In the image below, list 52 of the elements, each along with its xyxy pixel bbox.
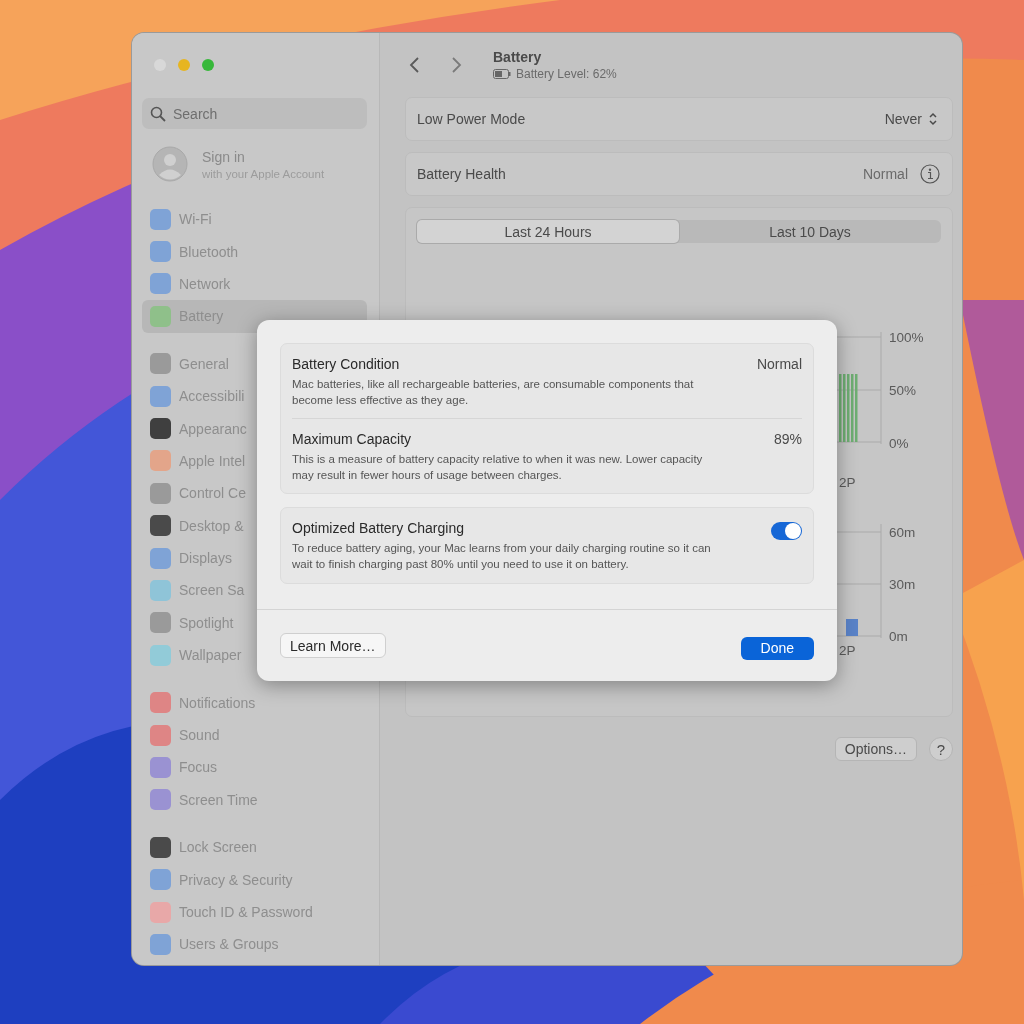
axis-label: 0% (889, 436, 909, 451)
item-description: This is a measure of battery capacity relative to when it was new. Lower capacity may result in fewer hours of usage between charges. (292, 452, 704, 484)
options-button[interactable]: Options… (834, 737, 917, 761)
sidebar-item[interactable]: Notifications (142, 686, 367, 719)
search-icon (150, 106, 166, 122)
minimize-button[interactable] (178, 59, 190, 71)
account-title[interactable]: Sign in (202, 148, 325, 165)
tab[interactable]: Last 24 Hours (417, 220, 679, 243)
sidebar-item[interactable]: Screen Time (142, 783, 367, 817)
row-label: Battery Health (417, 166, 507, 182)
chevron-updown-icon (928, 112, 938, 126)
activity-bar (846, 619, 858, 636)
tab[interactable]: Last 10 Days (679, 220, 941, 243)
item-description: Mac batteries, like all rechargeable batteries, are consumable components that become less effective as they age. (292, 377, 695, 409)
sidebar-item[interactable]: Network (142, 267, 367, 301)
time-label: 2P (839, 475, 856, 490)
row-value: Normal (862, 166, 908, 182)
axis-label: 0m (889, 629, 908, 644)
sidebar-item[interactable]: Touch ID & Password (142, 895, 367, 929)
sidebar-item[interactable]: Screen Sa (142, 574, 367, 607)
sidebar-item[interactable]: Bluetooth (142, 235, 367, 268)
battery-icon (493, 69, 511, 79)
item-value: Normal (756, 356, 802, 374)
sidebar-item[interactable]: Focus (142, 751, 367, 784)
search-field[interactable]: Search (142, 98, 367, 129)
level-bars (839, 374, 858, 442)
battery-level-text: Battery Level: 62% (516, 67, 617, 81)
item-title: Optimized Battery Charging (292, 520, 465, 537)
zoom-button[interactable] (202, 59, 214, 71)
help-button[interactable]: ? (929, 737, 953, 761)
avatar-icon (152, 146, 188, 182)
item-description: To reduce battery aging, your Mac learns from your daily charging routine so it can wait to finish charging past 80% until you need to use it on battery. (292, 541, 712, 573)
time-label: 2P (839, 643, 856, 658)
axis-label: 60m (889, 525, 916, 540)
sidebar-item[interactable]: Privacy & Security (142, 863, 367, 896)
done-button[interactable]: Done (740, 636, 814, 660)
sidebar-item[interactable]: Lock Screen (142, 831, 367, 864)
sidebar-item[interactable]: Sound (142, 718, 367, 752)
row-label: Low Power Mode (417, 111, 527, 127)
axis-label: 50% (889, 383, 917, 398)
popup-button[interactable]: Never (882, 109, 940, 129)
axis-label: 100% (889, 330, 924, 345)
axis-label: 30m (889, 577, 916, 592)
page-title: Battery (493, 49, 543, 65)
sidebar-item[interactable]: Users & Groups (142, 928, 367, 961)
item-title: Battery Condition (292, 356, 401, 372)
toggle-switch[interactable] (771, 522, 802, 541)
info-icon[interactable] (920, 164, 940, 184)
item-value: 89% (773, 431, 802, 450)
learn-more-button[interactable]: Learn More… (280, 633, 386, 658)
sidebar-item[interactable]: Wi-Fi (142, 203, 367, 236)
item-title: Maximum Capacity (292, 431, 413, 448)
